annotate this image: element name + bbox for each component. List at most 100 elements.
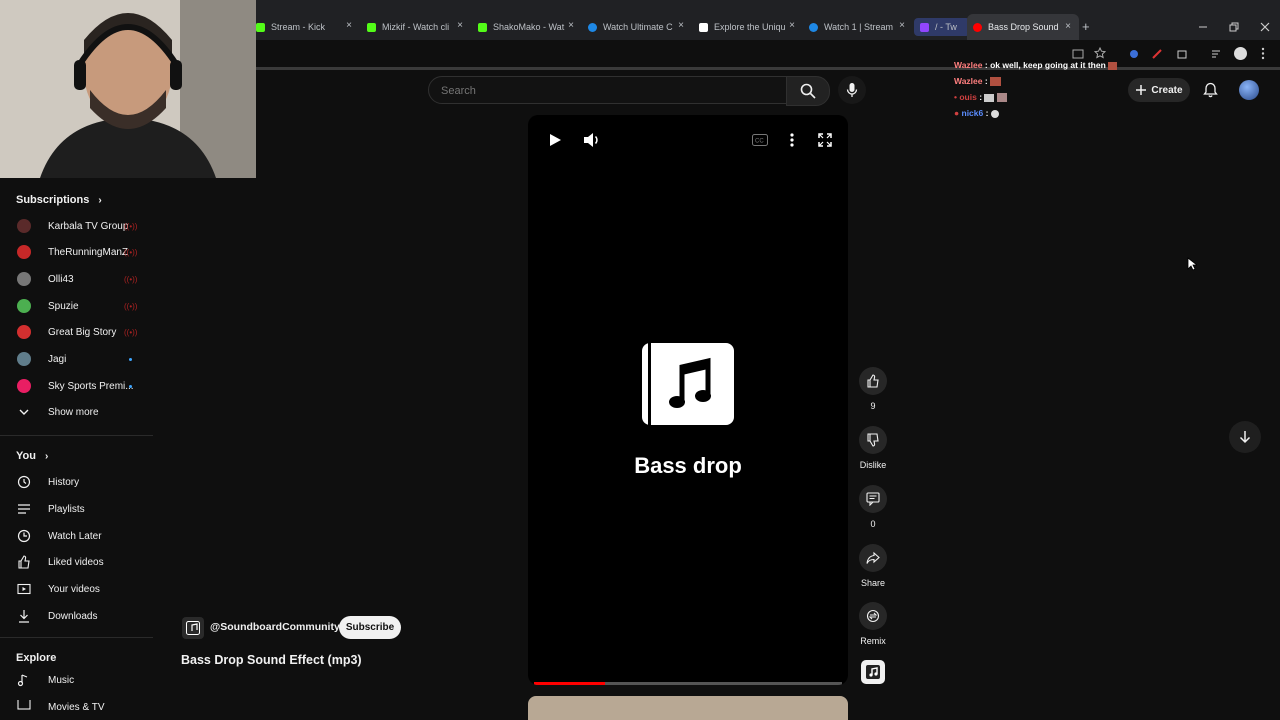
account-avatar[interactable] <box>1239 80 1259 100</box>
sidebar-divider <box>0 435 153 436</box>
sidebar-item-subscription[interactable]: Sky Sports Premi... <box>0 373 152 399</box>
sidebar-item-subscription[interactable]: Olli43 ((•)) <box>0 266 152 292</box>
channel-avatar[interactable] <box>182 617 204 639</box>
tab-title: Mizkif - Watch cli <box>382 22 450 32</box>
sidebar-item-history[interactable]: History <box>0 469 152 495</box>
sidebar-item-label: Downloads <box>48 610 98 622</box>
browser-tab[interactable]: Stream - Kick × <box>256 18 352 36</box>
extension-icon[interactable] <box>1151 48 1163 60</box>
more-options-icon[interactable] <box>790 133 794 147</box>
sidebar-item-label: Playlists <box>48 503 85 515</box>
next-short-button[interactable] <box>1229 421 1261 453</box>
channel-avatar <box>17 325 31 339</box>
show-more-button[interactable]: Show more <box>0 399 152 425</box>
close-window-icon[interactable] <box>1260 22 1270 32</box>
sidebar-item-music[interactable]: Music <box>0 667 152 693</box>
browser-tab[interactable]: Watch Ultimate C × <box>588 18 684 36</box>
play-icon[interactable] <box>548 133 562 147</box>
tiktok-favicon-icon <box>699 22 708 32</box>
thumbs-down-icon <box>867 433 879 447</box>
channel-avatar <box>17 272 31 286</box>
new-tab-icon[interactable]: + <box>1082 19 1090 34</box>
sidebar-item-downloads[interactable]: Downloads <box>0 603 152 629</box>
share-button[interactable] <box>859 544 887 572</box>
dislike-label: Dislike <box>859 460 887 470</box>
subscriptions-title[interactable]: Subscriptions › <box>16 194 102 206</box>
channel-avatar <box>17 299 31 313</box>
sidebar-item-watch-later[interactable]: Watch Later <box>0 523 152 549</box>
tab-close-icon[interactable]: × <box>899 20 905 31</box>
sidebar-item-your-videos[interactable]: Your videos <box>0 576 152 602</box>
download-icon <box>17 609 31 623</box>
sound-thumbnail-button[interactable] <box>861 660 885 684</box>
next-video-preview[interactable] <box>528 696 848 720</box>
you-section-title[interactable]: You › <box>16 450 48 462</box>
tab-close-icon[interactable]: × <box>346 20 352 31</box>
sidebar-item-subscription[interactable]: Karbala TV Group ((•)) <box>0 213 152 239</box>
twitch-favicon-icon <box>920 22 929 32</box>
remix-label: Remix <box>860 636 886 646</box>
browser-tab[interactable]: Watch 1 | Stream × <box>809 18 905 36</box>
search-button[interactable] <box>786 76 830 106</box>
tab-title: Stream - Kick <box>271 22 326 32</box>
channel-name[interactable]: @SoundboardCommunity <box>210 621 340 633</box>
sidebar-item-subscription[interactable]: Great Big Story ((•)) <box>0 319 152 345</box>
tab-close-icon[interactable]: × <box>1065 21 1071 32</box>
search-box[interactable] <box>428 76 788 104</box>
bookmark-star-icon[interactable] <box>1094 47 1106 59</box>
like-button[interactable] <box>859 367 887 395</box>
tab-close-icon[interactable]: × <box>678 20 684 31</box>
video-progress-bar[interactable] <box>534 682 842 685</box>
browser-tab[interactable]: ShakoMako - Wat × <box>478 18 574 36</box>
browser-tab[interactable]: / - Tw <box>914 18 970 36</box>
fullscreen-icon[interactable] <box>818 133 832 147</box>
comments-count: 0 <box>870 519 876 529</box>
tab-close-icon[interactable]: × <box>789 20 795 31</box>
browser-tab[interactable]: Explore the Uniqu × <box>699 18 795 36</box>
chat-username: nick6 <box>961 108 984 118</box>
arrow-down-icon <box>1239 431 1251 444</box>
dislike-button[interactable] <box>859 426 887 454</box>
comments-button[interactable] <box>859 485 887 513</box>
browser-tab[interactable]: Mizkif - Watch cli × <box>367 18 463 36</box>
emote-icon <box>990 77 1002 87</box>
voice-search-button[interactable] <box>838 76 866 104</box>
create-label: Create <box>1151 84 1183 96</box>
channel-avatar <box>17 219 31 233</box>
sidebar-item-playlists[interactable]: Playlists <box>0 496 152 522</box>
notifications-bell-icon[interactable] <box>1203 82 1218 98</box>
extension-icon[interactable] <box>1128 48 1140 60</box>
music-note-logo <box>642 343 734 425</box>
music-note-icon <box>866 665 880 679</box>
search-icon <box>800 83 816 99</box>
tab-close-icon[interactable]: × <box>568 20 574 31</box>
live-indicator-icon: ((•)) <box>124 274 138 284</box>
browser-tab-active[interactable]: Bass Drop Sound × <box>967 14 1079 40</box>
captions-icon[interactable]: CC <box>752 134 768 146</box>
video-player[interactable]: CC Bass drop <box>528 115 848 685</box>
sidebar-item-subscription[interactable]: TheRunningManZ ((•)) <box>0 239 152 265</box>
sidebar-item-subscription[interactable]: Spuzie ((•)) <box>0 293 152 319</box>
address-bar[interactable] <box>256 40 1280 68</box>
minimize-icon[interactable] <box>1198 22 1208 32</box>
sidebar-item-label: Watch Later <box>48 530 102 542</box>
cast-icon[interactable] <box>1072 48 1084 60</box>
restore-icon[interactable] <box>1229 22 1239 32</box>
plus-icon <box>1136 85 1147 95</box>
subscribe-button[interactable]: Subscribe <box>339 616 401 639</box>
clock-icon <box>17 529 31 543</box>
puzzle-extensions-icon[interactable] <box>1176 48 1188 60</box>
search-input[interactable] <box>439 82 773 100</box>
sidebar-item-subscription[interactable]: Jagi <box>0 346 152 372</box>
chat-message: • ouis : <box>954 92 1007 103</box>
profile-avatar[interactable] <box>1234 47 1247 60</box>
sidebar-item-liked-videos[interactable]: Liked videos <box>0 549 152 575</box>
kick-favicon-icon <box>256 22 265 32</box>
media-control-icon[interactable] <box>1211 48 1223 60</box>
volume-icon[interactable] <box>583 132 600 148</box>
remix-button[interactable] <box>859 602 887 630</box>
create-button[interactable]: Create <box>1128 78 1190 102</box>
kebab-menu-icon[interactable] <box>1260 47 1266 60</box>
tab-close-icon[interactable]: × <box>457 20 463 31</box>
sidebar-item-movies[interactable]: Movies & TV <box>0 700 152 720</box>
